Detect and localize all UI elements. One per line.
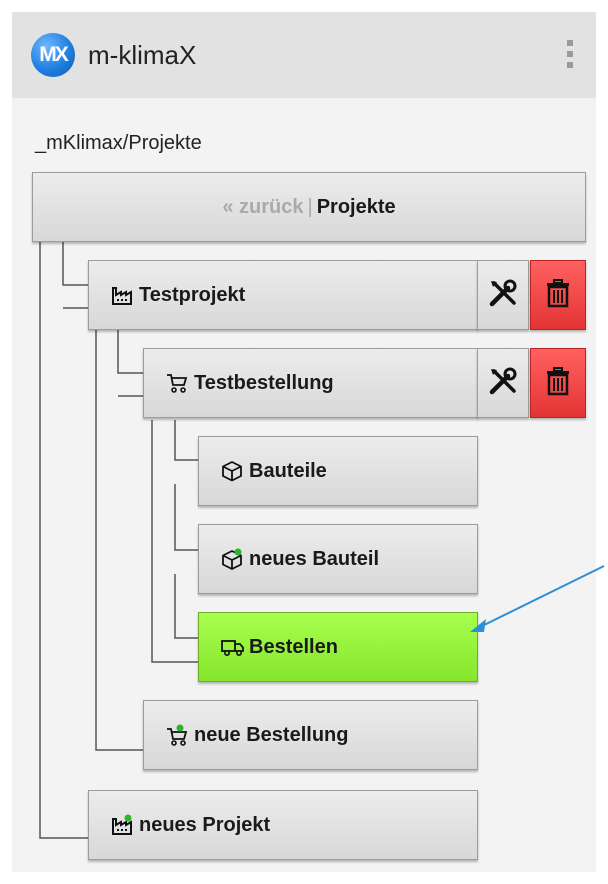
annotation-arrow bbox=[470, 565, 605, 632]
